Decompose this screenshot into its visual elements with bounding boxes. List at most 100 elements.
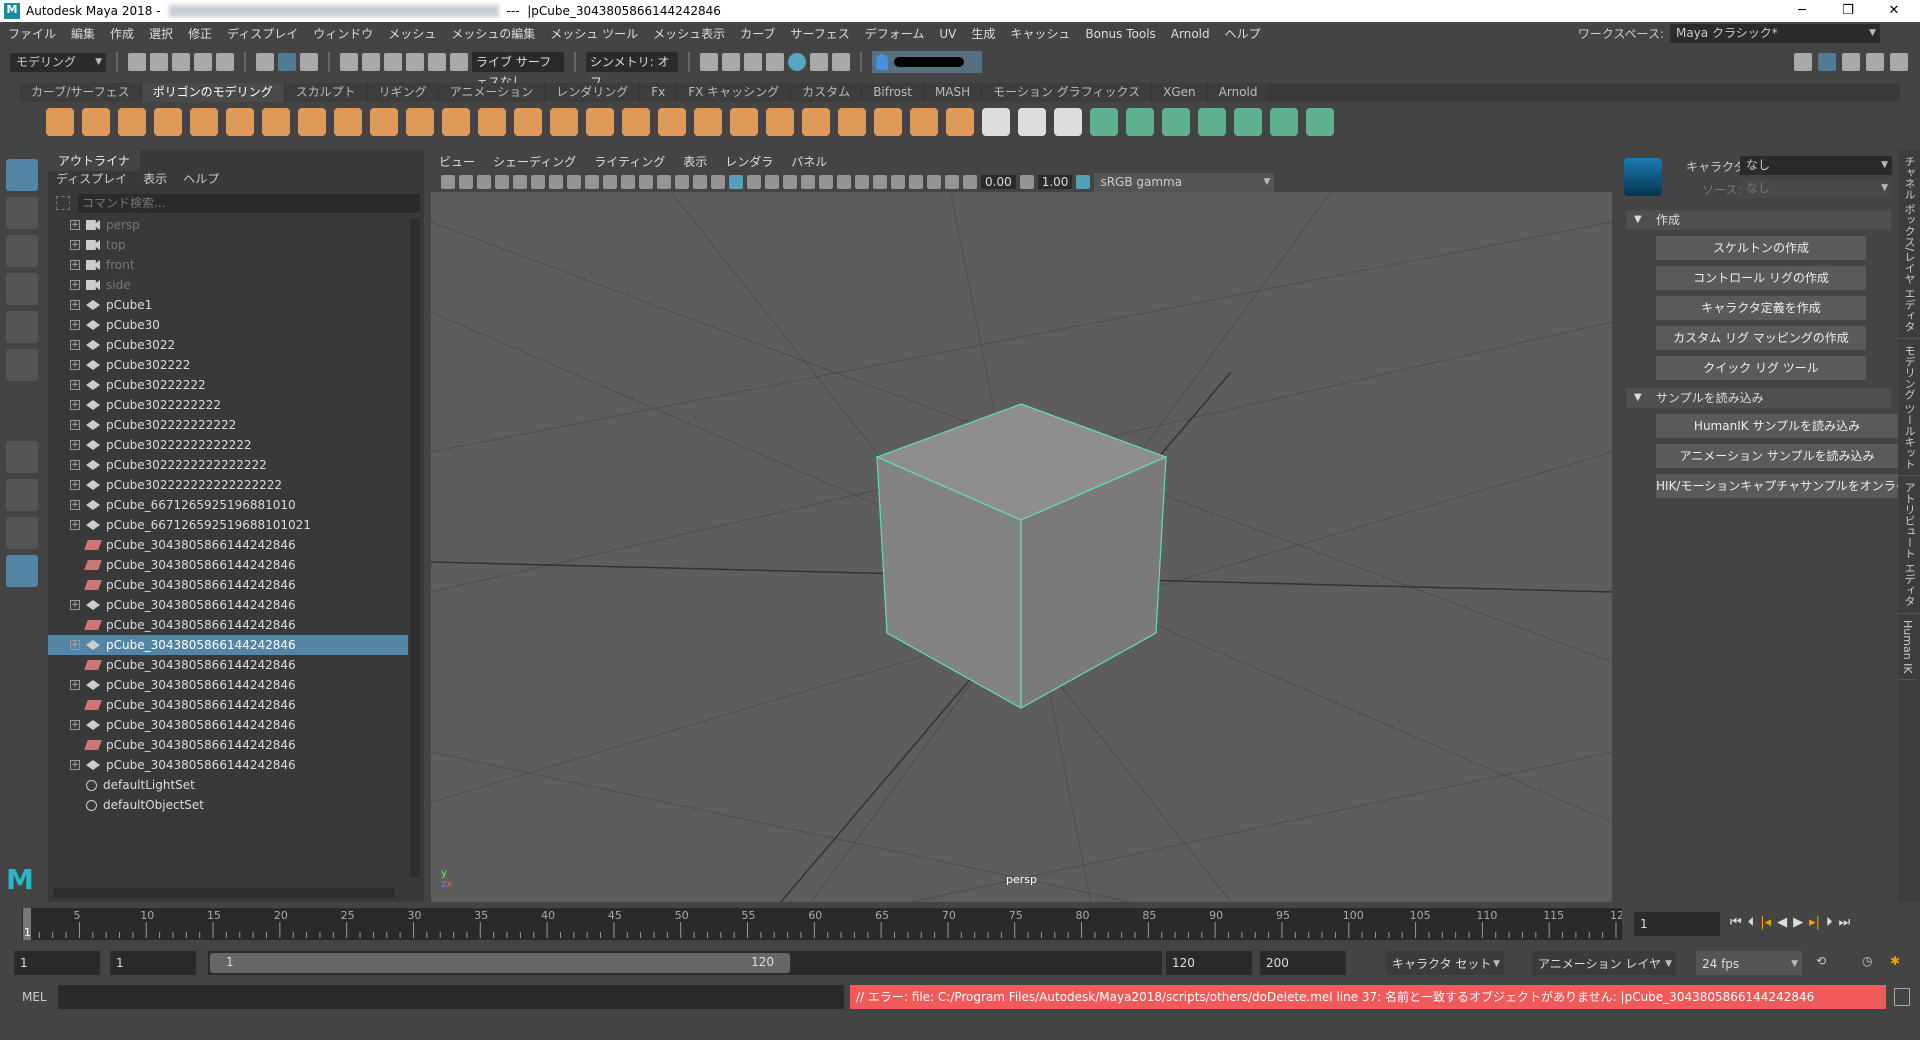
quad-draw-icon[interactable]	[946, 108, 974, 136]
outliner-menu-help[interactable]: ヘルプ	[183, 170, 219, 187]
undo-icon[interactable]	[194, 53, 212, 71]
command-input[interactable]	[58, 985, 844, 1009]
viewport-menu-item[interactable]: ライティング	[594, 153, 665, 170]
viewport-tool-icon[interactable]	[891, 175, 905, 189]
sign-in-button[interactable]	[872, 51, 982, 73]
plane-icon[interactable]	[226, 108, 254, 136]
expand-icon[interactable]: +	[70, 400, 80, 410]
new-scene-icon[interactable]	[128, 53, 146, 71]
viewport-tool-icon[interactable]	[837, 175, 851, 189]
animation-end-field[interactable]: 200	[1260, 951, 1346, 975]
sample-button[interactable]: HIK/モーションキャプチャサンプルをオンラインで取得	[1656, 474, 1898, 498]
range-bar[interactable]: 1 120	[210, 953, 790, 973]
smooth-icon[interactable]	[658, 108, 686, 136]
viewport-tool-icon[interactable]	[657, 175, 671, 189]
lasso-tool-icon[interactable]	[6, 197, 38, 229]
gamma-field[interactable]: 1.00	[1037, 175, 1073, 189]
expand-icon[interactable]: +	[70, 320, 80, 330]
color-management-icon[interactable]	[1076, 175, 1091, 189]
disc-icon[interactable]	[262, 108, 290, 136]
viewport-tool-icon[interactable]	[693, 175, 707, 189]
go-to-end-icon[interactable]: ⏭	[1839, 915, 1851, 930]
uv-unfold-icon[interactable]	[1198, 108, 1226, 136]
sphere-icon[interactable]	[46, 108, 74, 136]
sample-button[interactable]: HumanIK サンプルを読み込み	[1656, 414, 1898, 438]
outliner-item[interactable]: + pCube_3043805866144242846	[48, 635, 408, 655]
menu-item[interactable]: Bonus Tools	[1085, 27, 1155, 41]
viewport-tool-icon[interactable]	[909, 175, 923, 189]
outliner-item[interactable]: + persp	[48, 215, 408, 235]
menu-item[interactable]: 修正	[188, 25, 212, 42]
multi-cut-icon[interactable]	[874, 108, 902, 136]
shelf-tab[interactable]: Arnold	[1207, 83, 1270, 102]
scale-tool-icon[interactable]	[6, 349, 38, 381]
humanik-menu-icon[interactable]	[1624, 158, 1662, 196]
menuset-dropdown[interactable]: モデリング	[10, 52, 106, 72]
create-button[interactable]: キャラクタ定義を作成	[1656, 296, 1866, 320]
live-surface-field[interactable]: ライブ サーフェスなし	[472, 52, 564, 89]
outliner-item[interactable]: + pCube_3043805866144242846	[48, 595, 408, 615]
tool-settings-toggle-icon[interactable]	[1866, 53, 1884, 71]
shelf-tab[interactable]: Fx	[640, 83, 678, 102]
outliner-item[interactable]: + pCube30222222	[48, 375, 408, 395]
create-button[interactable]: スケルトンの作成	[1656, 236, 1866, 260]
outliner-item[interactable]: + pCube302222222222222222	[48, 475, 408, 495]
target-weld-icon[interactable]	[910, 108, 938, 136]
symmetry-field[interactable]: シンメトリ: オフ	[586, 52, 678, 89]
menu-item[interactable]: メッシュ表示	[653, 25, 725, 42]
viewport-tool-icon[interactable]	[855, 175, 869, 189]
sample-button[interactable]: アニメーション サンプルを読み込み	[1656, 444, 1898, 468]
workspace-dropdown[interactable]: Maya クラシック*	[1670, 24, 1880, 43]
outliner-item[interactable]: + side	[48, 275, 408, 295]
outliner-item[interactable]: pCube_3043805866144242846	[48, 655, 408, 675]
shelf-tab[interactable]: XGen	[1152, 83, 1208, 102]
viewport-menu-item[interactable]: レンダラ	[725, 153, 773, 170]
expand-icon[interactable]: +	[70, 220, 80, 230]
type-icon[interactable]	[370, 108, 398, 136]
modeling-toolkit-toggle-icon[interactable]	[1794, 53, 1812, 71]
prev-key-icon[interactable]: |◂	[1760, 915, 1771, 930]
snap-grid-icon[interactable]	[340, 53, 358, 71]
expand-icon[interactable]: +	[70, 420, 80, 430]
outliner-vertical-scrollbar[interactable]	[410, 218, 420, 878]
menu-item[interactable]: 選択	[149, 25, 173, 42]
viewport-tool-icon[interactable]	[963, 175, 977, 189]
outliner-tab[interactable]: アウトライナ	[48, 150, 140, 171]
select-hierarchy-icon[interactable]	[256, 53, 274, 71]
menu-item[interactable]: デフォーム	[865, 25, 925, 42]
snap-curve-icon[interactable]	[362, 53, 380, 71]
minimize-button[interactable]: ─	[1780, 0, 1824, 22]
viewport-tool-icon[interactable]	[585, 175, 599, 189]
outliner-menu-display[interactable]: ディスプレイ	[56, 170, 127, 187]
snap-surface-icon[interactable]	[428, 53, 446, 71]
select-component-icon[interactable]	[300, 53, 318, 71]
color-space-dropdown[interactable]: sRGB gamma	[1094, 172, 1275, 192]
filter-icon[interactable]	[56, 196, 70, 210]
render-frame-icon[interactable]	[722, 53, 740, 71]
svg-icon[interactable]	[406, 108, 434, 136]
expand-icon[interactable]: +	[70, 440, 80, 450]
menu-item[interactable]: UV	[939, 27, 956, 41]
viewport-tool-icon[interactable]	[495, 175, 509, 189]
expand-icon[interactable]: +	[70, 500, 80, 510]
outliner-item[interactable]: defaultLightSet	[48, 775, 408, 795]
superellipse-icon[interactable]	[334, 108, 362, 136]
channel-box-toggle-icon[interactable]	[1890, 53, 1908, 71]
menu-item[interactable]: 編集	[71, 25, 95, 42]
play-forward-icon[interactable]: ▶	[1793, 915, 1803, 930]
viewport-tool-icon[interactable]	[459, 175, 473, 189]
expand-icon[interactable]: +	[70, 480, 80, 490]
uv-editor-icon[interactable]	[1234, 108, 1262, 136]
outliner-item[interactable]: pCube_3043805866144242846	[48, 535, 408, 555]
menu-item[interactable]: ディスプレイ	[227, 25, 298, 42]
outliner-item[interactable]: pCube_3043805866144242846	[48, 615, 408, 635]
expand-icon[interactable]: +	[70, 240, 80, 250]
viewport-tool-icon[interactable]	[567, 175, 581, 189]
humanik-toggle-icon[interactable]	[1818, 53, 1836, 71]
menu-item[interactable]: カーブ	[740, 25, 775, 42]
cube-icon[interactable]	[82, 108, 110, 136]
restore-button[interactable]: ❐	[1826, 0, 1870, 22]
hypershade-icon[interactable]	[788, 53, 806, 71]
viewport-tool-icon[interactable]	[477, 175, 491, 189]
move-tool-icon[interactable]	[6, 273, 38, 305]
